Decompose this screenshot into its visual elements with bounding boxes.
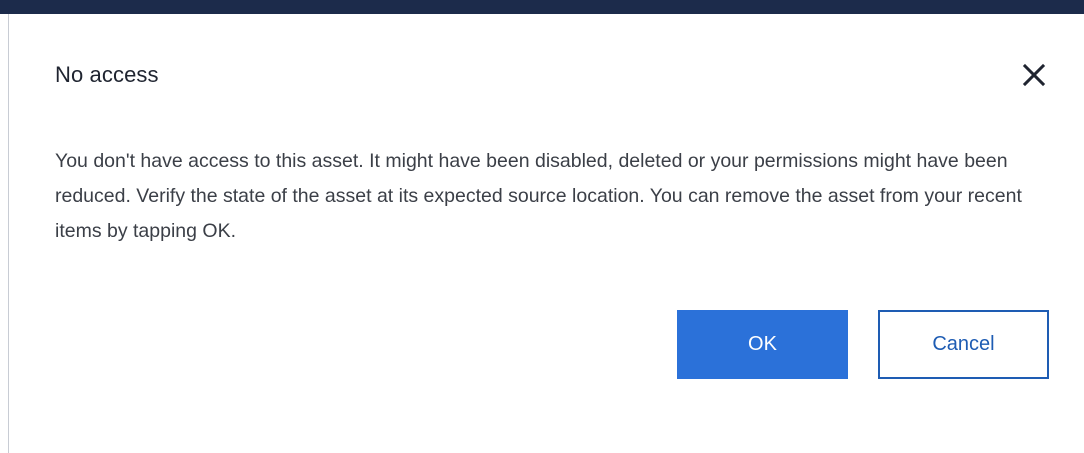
close-icon [1022, 63, 1046, 87]
ok-button[interactable]: OK [677, 310, 848, 379]
cancel-button-label: Cancel [932, 333, 995, 355]
cancel-button[interactable]: Cancel [878, 310, 1049, 379]
close-button[interactable] [1019, 60, 1049, 90]
dialog-message: You don't have access to this asset. It … [55, 150, 1022, 242]
top-bar [0, 0, 1084, 14]
no-access-dialog: No access You don't have access to this … [8, 14, 1084, 453]
dialog-title: No access [55, 62, 159, 87]
ok-button-label: OK [748, 333, 777, 355]
